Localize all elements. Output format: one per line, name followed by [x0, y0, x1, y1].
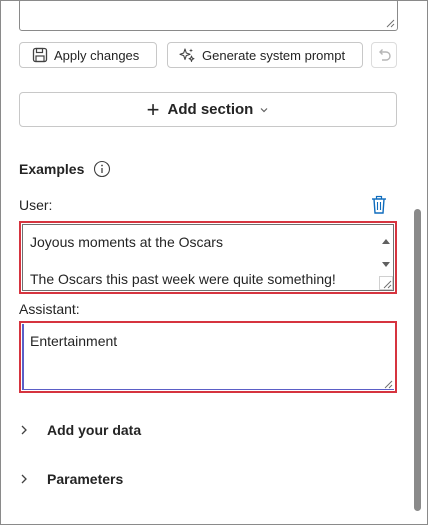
add-section-button[interactable]: + Add section [19, 92, 397, 127]
undo-button[interactable] [371, 42, 397, 68]
chevron-right-icon [19, 424, 47, 436]
add-your-data-section[interactable]: Add your data [19, 422, 141, 438]
examples-title: Examples [19, 161, 85, 177]
chevron-down-icon [259, 105, 269, 115]
chat-setup-panel: Apply changes Generate system prompt + A… [0, 0, 428, 525]
info-icon[interactable] [93, 160, 111, 178]
sparkle-icon [178, 47, 196, 63]
parameters-label: Parameters [47, 471, 124, 487]
plus-icon: + [146, 96, 160, 122]
user-example-textarea[interactable]: Joyous moments at the Oscars The Oscars … [19, 221, 397, 294]
apply-changes-button[interactable]: Apply changes [19, 42, 157, 68]
system-message-textarea[interactable] [19, 1, 398, 31]
trash-icon[interactable] [370, 195, 388, 215]
examples-heading: Examples [19, 160, 111, 178]
scrollbar-thumb[interactable] [414, 209, 421, 511]
user-example-line-1: Joyous moments at the Oscars [30, 234, 223, 250]
user-label: User: [19, 197, 53, 213]
undo-icon [376, 47, 392, 63]
assistant-example-value: Entertainment [30, 333, 118, 349]
textarea-scroll-arrows[interactable] [381, 231, 391, 271]
chevron-right-icon [19, 473, 47, 485]
add-section-label: Add section [167, 101, 254, 118]
assistant-example-textarea[interactable]: Entertainment [19, 321, 397, 393]
resize-grip-icon[interactable] [386, 19, 395, 28]
add-your-data-label: Add your data [47, 422, 142, 438]
generate-system-prompt-button[interactable]: Generate system prompt [167, 42, 363, 68]
generate-system-prompt-label: Generate system prompt [202, 47, 346, 63]
save-icon [32, 47, 48, 63]
resize-grip-icon[interactable] [384, 380, 393, 389]
user-example-line-2: The Oscars this past week were quite som… [30, 271, 336, 287]
assistant-label: Assistant: [19, 301, 80, 317]
apply-changes-label: Apply changes [54, 47, 140, 63]
resize-grip-icon[interactable] [379, 276, 393, 290]
parameters-section[interactable]: Parameters [19, 471, 123, 487]
